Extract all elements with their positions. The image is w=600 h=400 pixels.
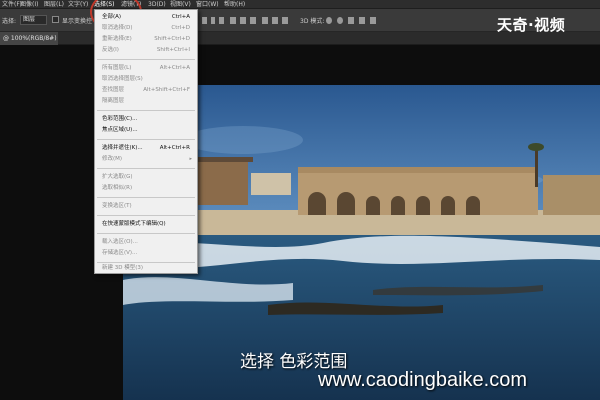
align-right-icon[interactable]	[219, 17, 224, 24]
distribute-right-icon[interactable]	[282, 17, 288, 24]
layer-dropdown[interactable]: 图层	[20, 15, 47, 25]
select-label: 选择:	[2, 18, 17, 25]
distribute-hcenter-icon[interactable]	[272, 17, 278, 24]
distribute-middle-icon[interactable]	[240, 17, 246, 24]
menu-item-quick-mask[interactable]: 在快速蒙版模式下编辑(Q)	[95, 219, 197, 229]
menu-item-similar[interactable]: 选取相似(R)	[95, 183, 197, 193]
3d-mode-label: 3D 模式:	[300, 18, 325, 25]
distribute-top-icon[interactable]	[230, 17, 236, 24]
3d-rotate-icon[interactable]	[326, 17, 332, 24]
menu-layer[interactable]: 图层(L)	[44, 0, 64, 9]
submenu-arrow-icon: ▸	[189, 156, 192, 162]
align-left-icon[interactable]	[202, 17, 207, 24]
menu-separator	[97, 197, 195, 198]
menu-item-focus-area[interactable]: 焦点区域(U)...	[95, 125, 197, 135]
align-center-icon[interactable]	[211, 17, 215, 24]
menu-help[interactable]: 帮助(H)	[224, 0, 245, 9]
menu-item-grow[interactable]: 扩大选取(G)	[95, 172, 197, 182]
show-transform-checkbox[interactable]	[52, 16, 59, 23]
menu-item-deselect[interactable]: 取消选择(D) Ctrl+D	[95, 23, 197, 33]
distribute-bottom-icon[interactable]	[250, 17, 256, 24]
menu-separator	[97, 59, 195, 60]
menu-item-inverse[interactable]: 反选(I) Shift+Ctrl+I	[95, 45, 197, 55]
menu-item-deselect-layers[interactable]: 取消选择图层(S)	[95, 74, 197, 84]
menu-separator	[97, 233, 195, 234]
menu-separator	[97, 215, 195, 216]
menu-item-load-selection[interactable]: 载入选区(O)...	[95, 237, 197, 247]
brand-logo: 天奇·视频	[497, 16, 566, 34]
3d-roll-icon[interactable]	[337, 17, 343, 24]
menu-window[interactable]: 窗口(W)	[196, 0, 219, 9]
menu-view[interactable]: 视图(V)	[170, 0, 191, 9]
3d-scale-icon[interactable]	[370, 17, 376, 24]
menu-item-reselect[interactable]: 重新选择(E) Shift+Ctrl+D	[95, 34, 197, 44]
menu-type[interactable]: 文字(Y)	[68, 0, 88, 9]
menu-item-color-range[interactable]: 色彩范围(C)...	[95, 114, 197, 124]
menu-item-find-layers[interactable]: 查找图层 Alt+Shift+Ctrl+F	[95, 85, 197, 95]
menu-item-select-all[interactable]: 全部(A) Ctrl+A	[95, 12, 197, 22]
menu-separator	[97, 139, 195, 140]
menu-separator	[97, 168, 195, 169]
menu-image[interactable]: 图像(I)	[20, 0, 38, 9]
select-dropdown-menu: 全部(A) Ctrl+A 取消选择(D) Ctrl+D 重新选择(E) Shift+C…	[94, 9, 198, 274]
menu-3d[interactable]: 3D(D)	[148, 0, 166, 9]
menu-item-isolate-layers[interactable]: 隔离图层	[95, 96, 197, 106]
document-tab[interactable]: @ 100%(RGB/8#)	[0, 32, 58, 45]
menu-item-save-selection[interactable]: 存储选区(V)...	[95, 248, 197, 258]
menu-item-modify[interactable]: 修改(M) ▸	[95, 154, 197, 164]
distribute-left-icon[interactable]	[262, 17, 268, 24]
menu-item-new-3d-model[interactable]: 新建 3D 模型(3)	[95, 263, 197, 273]
menu-item-transform-selection[interactable]: 变换选区(T)	[95, 201, 197, 211]
menu-separator	[97, 110, 195, 111]
menu-item-select-and-mask[interactable]: 选择并遮住(K)... Alt+Ctrl+R	[95, 143, 197, 153]
show-transform-label: 显示变换控件	[62, 18, 92, 25]
3d-drag-icon[interactable]	[348, 17, 354, 24]
menu-item-all-layers[interactable]: 所有图层(L) Alt+Ctrl+A	[95, 63, 197, 73]
watermark-url: www.caodingbaike.com	[318, 369, 527, 391]
3d-slide-icon[interactable]	[359, 17, 365, 24]
